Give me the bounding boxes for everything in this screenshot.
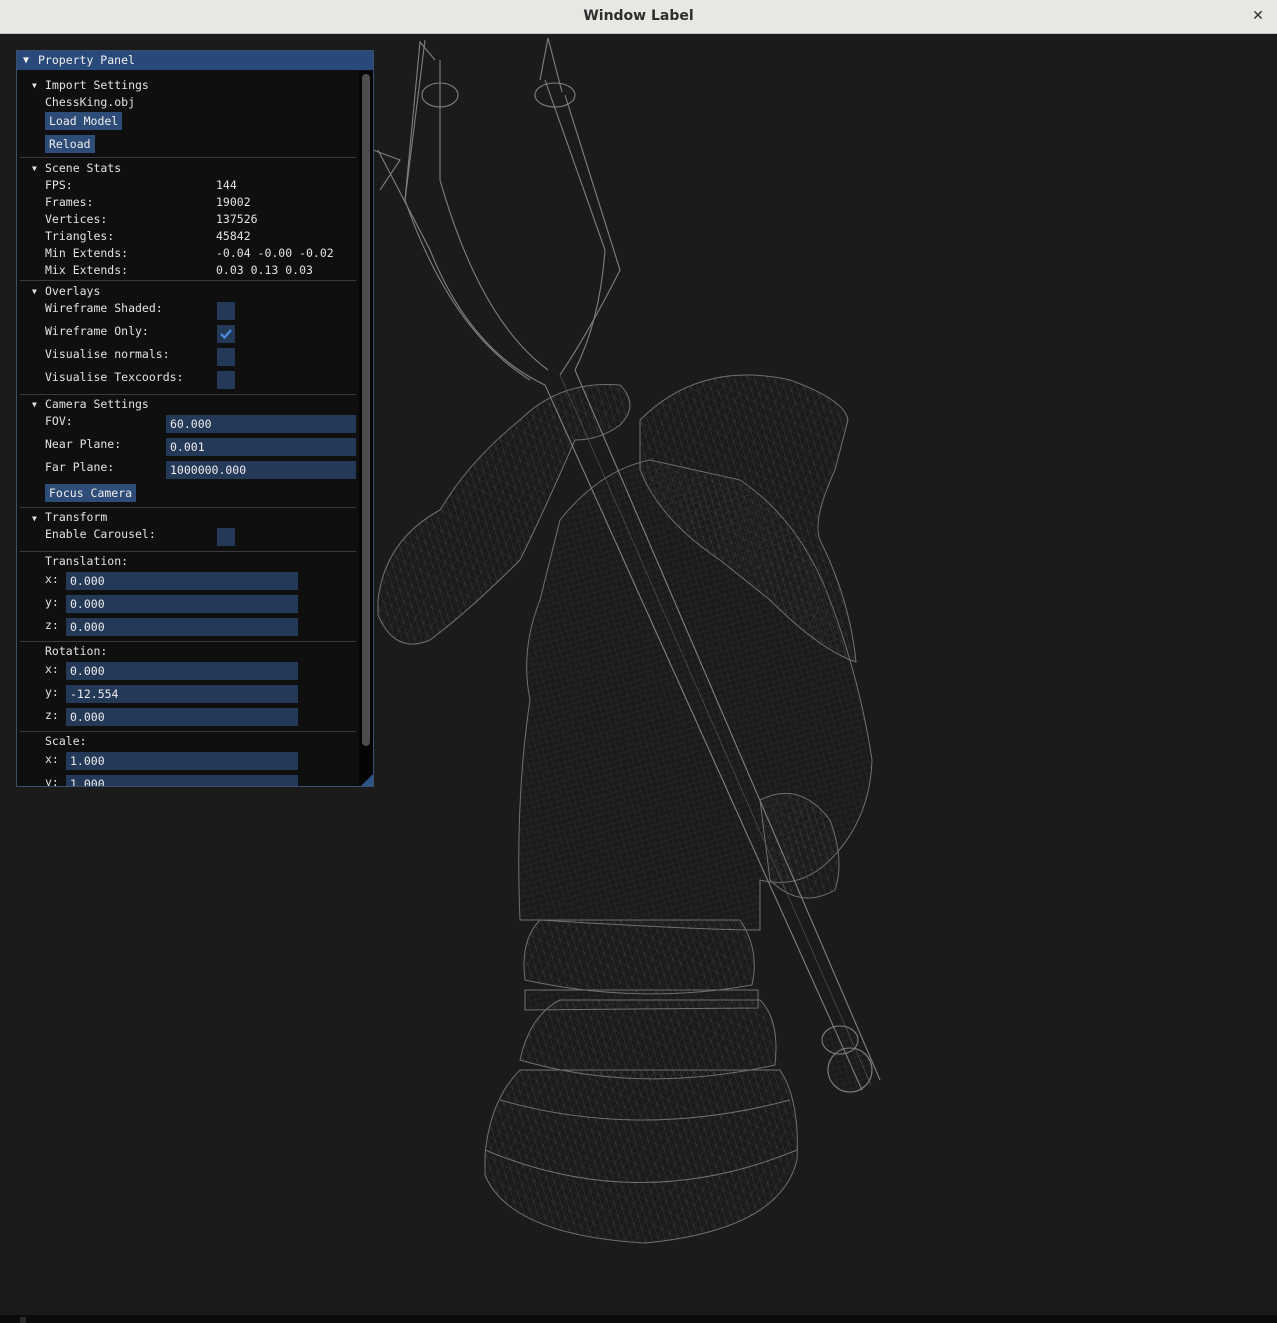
status-strip (0, 1315, 1277, 1323)
stat-value: 0.03 0.13 0.03 (216, 263, 313, 277)
carousel-label: Enable Carousel: (45, 527, 156, 541)
scale-label: Scale: (45, 734, 87, 748)
axis-label: x: (45, 572, 59, 586)
stat-value: 19002 (216, 195, 251, 209)
axis-label: y: (45, 685, 59, 699)
axis-label: y: (45, 775, 59, 786)
triangle-down-icon[interactable]: ▼ (32, 81, 37, 90)
triangle-down-icon[interactable]: ▼ (23, 51, 29, 70)
enable-carousel-checkbox[interactable] (217, 528, 235, 546)
scale-x-input[interactable]: 1.000 (66, 752, 298, 770)
divider (20, 394, 356, 395)
fov-label: FOV: (45, 414, 73, 428)
triangle-down-icon[interactable]: ▼ (32, 400, 37, 409)
triangle-down-icon[interactable]: ▼ (32, 287, 37, 296)
divider (20, 280, 356, 281)
overlay-label: Visualise normals: (45, 347, 170, 361)
divider (20, 157, 356, 158)
stat-label: Frames: (45, 195, 94, 209)
reload-button[interactable]: Reload (45, 135, 95, 153)
axis-label: y: (45, 595, 59, 609)
overlay-label: Visualise Texcoords: (45, 370, 184, 384)
divider (20, 731, 356, 732)
status-indicator (20, 1317, 26, 1323)
near-plane-input[interactable]: 0.001 (166, 438, 356, 456)
scrollbar-thumb[interactable] (362, 74, 370, 746)
model-filename: ChessKing.obj (45, 95, 136, 109)
translation-y-input[interactable]: 0.000 (66, 595, 298, 613)
check-icon (220, 329, 232, 340)
axis-label: x: (45, 662, 59, 676)
divider (20, 641, 356, 642)
panel-title: Property Panel (38, 53, 135, 67)
panel-scrollbar[interactable] (359, 71, 373, 786)
near-plane-label: Near Plane: (45, 437, 122, 451)
divider (20, 551, 356, 552)
load-model-button[interactable]: Load Model (45, 112, 123, 130)
triangle-down-icon[interactable]: ▼ (32, 164, 37, 173)
section-stats-header[interactable]: Scene Stats (45, 161, 121, 175)
window-titlebar: Window Label ✕ (0, 0, 1277, 34)
axis-label: z: (45, 708, 59, 722)
wireframe-shaded-checkbox[interactable] (217, 302, 235, 320)
window-title: Window Label (583, 8, 694, 24)
close-icon[interactable]: ✕ (1247, 5, 1269, 27)
visualise-normals-checkbox[interactable] (217, 348, 235, 366)
panel-body: ▼ Import Settings ChessKing.obj Load Mod… (17, 70, 373, 786)
stat-label: Mix Extends: (45, 263, 129, 277)
axis-label: x: (45, 752, 59, 766)
section-import-header[interactable]: Import Settings (45, 78, 149, 92)
divider (20, 507, 356, 508)
rotation-x-input[interactable]: 0.000 (66, 662, 298, 680)
stat-label: Min Extends: (45, 246, 129, 260)
rotation-y-input[interactable]: -12.554 (66, 685, 298, 703)
focus-camera-button[interactable]: Focus Camera (45, 484, 137, 502)
resize-grip[interactable] (361, 774, 373, 786)
fov-input[interactable]: 60.000 (166, 415, 356, 433)
stat-value: 45842 (216, 229, 251, 243)
translation-label: Translation: (45, 554, 129, 568)
stat-value: 144 (216, 178, 237, 192)
scale-y-input[interactable]: 1.000 (66, 775, 298, 786)
property-panel[interactable]: ▼ Property Panel ▼ Import Settings Chess… (16, 50, 374, 787)
section-camera-header[interactable]: Camera Settings (45, 397, 149, 411)
stat-label: Vertices: (45, 212, 108, 226)
visualise-texcoords-checkbox[interactable] (217, 371, 235, 389)
translation-z-input[interactable]: 0.000 (66, 618, 298, 636)
far-plane-label: Far Plane: (45, 460, 115, 474)
overlay-label: Wireframe Only: (45, 324, 149, 338)
translation-x-input[interactable]: 0.000 (66, 572, 298, 590)
far-plane-input[interactable]: 1000000.000 (166, 461, 356, 479)
section-transform-header[interactable]: Transform (45, 510, 107, 524)
section-overlays-header[interactable]: Overlays (45, 284, 100, 298)
panel-header[interactable]: ▼ Property Panel (17, 51, 373, 70)
axis-label: z: (45, 618, 59, 632)
rotation-label: Rotation: (45, 644, 108, 658)
stat-value: 137526 (216, 212, 258, 226)
stat-label: Triangles: (45, 229, 115, 243)
stat-value: -0.04 -0.00 -0.02 (216, 246, 334, 260)
wireframe-only-checkbox[interactable] (217, 325, 235, 343)
triangle-down-icon[interactable]: ▼ (32, 514, 37, 523)
overlay-label: Wireframe Shaded: (45, 301, 163, 315)
stat-label: FPS: (45, 178, 73, 192)
rotation-z-input[interactable]: 0.000 (66, 708, 298, 726)
